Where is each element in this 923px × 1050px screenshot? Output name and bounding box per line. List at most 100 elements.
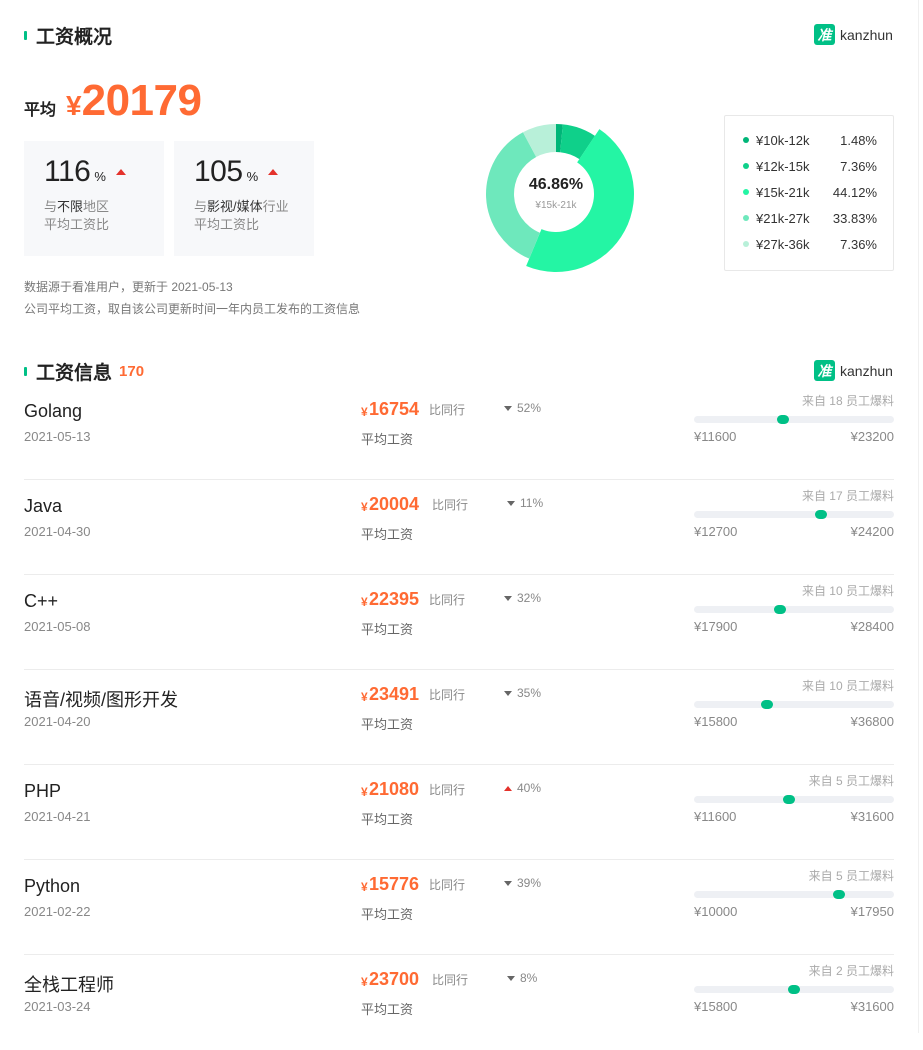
average-currency: ¥ xyxy=(66,90,82,121)
legend-item: ¥12k-15k 7.36% xyxy=(743,156,877,176)
trend-down-icon xyxy=(507,500,515,506)
kanzhun-brand-name: kanzhun xyxy=(840,26,893,43)
salary-range-min: ¥15800 xyxy=(694,714,738,729)
job-date: 2021-05-13 xyxy=(24,429,91,444)
legend-dot-icon xyxy=(743,241,749,247)
salary-currency: ¥ xyxy=(361,880,368,894)
salary-range-marker xyxy=(761,700,774,709)
compare-value: 116 xyxy=(44,155,91,188)
salary-info-header: 工资信息 170 xyxy=(24,358,144,384)
compare-peers-label: 比同行 xyxy=(432,973,469,987)
salary-range-bar xyxy=(694,700,894,709)
salary-currency: ¥ xyxy=(361,785,368,799)
average-value: 20179 xyxy=(81,76,202,125)
job-row[interactable]: PHP 2021-04-21 ¥21080 比同行 40% 平均工资 来自 5 员工爆料 ¥1… xyxy=(24,765,894,860)
average-salary-label: 平均工资 xyxy=(361,812,414,827)
peer-diff: 8% xyxy=(507,971,537,985)
peer-diff-value: 32% xyxy=(517,591,542,605)
legend-percent: 44.12% xyxy=(832,184,877,200)
compare-caption: 平均工资比 xyxy=(194,217,260,232)
legend-item: ¥15k-21k 44.12% xyxy=(743,182,877,202)
peer-diff: 40% xyxy=(504,781,541,795)
compare-highlight: 不限 xyxy=(57,199,84,214)
job-title[interactable]: 语音/视频/图形开发 xyxy=(24,686,178,712)
salary-range-marker xyxy=(788,985,800,994)
job-date: 2021-02-22 xyxy=(24,904,91,919)
peer-diff-value: 52% xyxy=(517,401,542,415)
trend-down-icon xyxy=(507,975,515,981)
average-salary-label: 平均工资 xyxy=(361,907,414,922)
report-source: 来自 2 员工爆料 xyxy=(808,964,894,978)
salary-currency: ¥ xyxy=(361,500,368,514)
job-row[interactable]: Python 2021-02-22 ¥15776 比同行 39% 平均工资 来自 5 员工爆… xyxy=(24,860,894,955)
salary-range-max: ¥31600 xyxy=(850,999,894,1014)
legend-dot-icon xyxy=(743,189,749,195)
legend-item: ¥21k-27k 33.83% xyxy=(743,208,877,228)
salary-range-bar xyxy=(694,605,894,614)
legend-dot-icon xyxy=(743,163,749,169)
salary-currency: ¥ xyxy=(361,975,368,989)
donut-segment[interactable] xyxy=(486,132,540,259)
salary-range-bar xyxy=(694,415,894,424)
legend-range: ¥15k-21k xyxy=(756,184,810,200)
kanzhun-brand[interactable]: 准 kanzhun xyxy=(814,24,893,45)
job-title[interactable]: Java xyxy=(24,496,62,517)
legend-percent: 1.48% xyxy=(840,132,877,148)
report-source: 来自 10 员工爆料 xyxy=(801,584,894,598)
average-salary-label: 平均工资 xyxy=(361,1002,414,1017)
salary-range-marker xyxy=(782,795,795,804)
salary-amount: 21080 xyxy=(369,779,420,799)
peer-diff: 11% xyxy=(507,496,543,510)
job-row[interactable]: 全栈工程师 2021-03-24 ¥23700 比同行 8% 平均工资 来自 2 员工爆料 ¥… xyxy=(24,955,894,1050)
job-title[interactable]: C++ xyxy=(24,591,58,612)
compare-peers-label: 比同行 xyxy=(429,403,466,417)
legend-item: ¥27k-36k 7.36% xyxy=(743,234,877,254)
job-title[interactable]: PHP xyxy=(24,781,61,802)
salary-range-max: ¥24200 xyxy=(850,524,894,539)
kanzhun-brand-name: kanzhun xyxy=(840,362,893,379)
job-row[interactable]: Golang 2021-05-13 ¥16754 比同行 52% 平均工资 来自 18 员工… xyxy=(24,385,894,480)
legend-percent: 7.36% xyxy=(840,158,877,174)
salary-amount: 23491 xyxy=(369,684,420,704)
salary-range-min: ¥10000 xyxy=(694,904,738,919)
salary-range-marker xyxy=(776,415,789,424)
salary-currency: ¥ xyxy=(361,595,368,609)
compare-target: 与影视/媒体行业 xyxy=(194,199,289,214)
page-right-border xyxy=(918,0,919,1033)
trend-down-icon xyxy=(504,595,512,601)
salary-range-max: ¥28400 xyxy=(850,619,894,634)
legend-range: ¥27k-36k xyxy=(756,236,810,252)
legend-dot-icon xyxy=(743,137,749,143)
kanzhun-brand[interactable]: 准 kanzhun xyxy=(814,360,893,381)
salary-range-min: ¥11600 xyxy=(694,809,737,824)
average-salary-label: 平均工资 xyxy=(361,622,414,637)
trend-up-icon xyxy=(115,169,126,175)
salary-currency: ¥ xyxy=(361,690,368,704)
donut-center-value: 46.86% xyxy=(529,176,583,193)
job-title[interactable]: Python xyxy=(24,876,80,897)
legend-range: ¥12k-15k xyxy=(756,158,810,174)
salary-range-max: ¥31600 xyxy=(850,809,894,824)
donut-center-label: ¥15k-21k xyxy=(534,200,577,211)
job-title[interactable]: 全栈工程师 xyxy=(24,971,114,997)
job-row[interactable]: C++ 2021-05-08 ¥22395 比同行 32% 平均工资 来自 10 员工爆料 ¥… xyxy=(24,575,894,670)
salary-range-max: ¥23200 xyxy=(850,429,894,444)
peer-diff: 32% xyxy=(504,591,541,605)
average-salary-label: 平均工资 xyxy=(361,432,414,447)
compare-unit: % xyxy=(246,169,259,184)
job-date: 2021-04-30 xyxy=(24,524,91,539)
trend-up-icon xyxy=(504,785,512,791)
job-row[interactable]: Java 2021-04-30 ¥20004 比同行 11% 平均工资 来自 17 员工爆料… xyxy=(24,480,894,575)
job-row[interactable]: 语音/视频/图形开发 2021-04-20 ¥23491 比同行 35% 平均工资 来自 1… xyxy=(24,670,894,765)
average-salary-label: 平均工资 xyxy=(361,527,414,542)
report-source: 来自 5 员工爆料 xyxy=(808,774,894,788)
legend-item: ¥10k-12k 1.48% xyxy=(743,130,877,150)
salary-range-marker xyxy=(833,890,846,899)
legend-range: ¥21k-27k xyxy=(756,210,810,226)
peer-diff-value: 35% xyxy=(517,686,542,700)
compare-highlight: 影视/媒体 xyxy=(207,199,263,214)
salary-currency: ¥ xyxy=(361,405,368,419)
job-title[interactable]: Golang xyxy=(24,401,82,422)
peer-diff-value: 11% xyxy=(520,496,544,510)
average-salary-label: 平均工资 xyxy=(361,717,414,732)
